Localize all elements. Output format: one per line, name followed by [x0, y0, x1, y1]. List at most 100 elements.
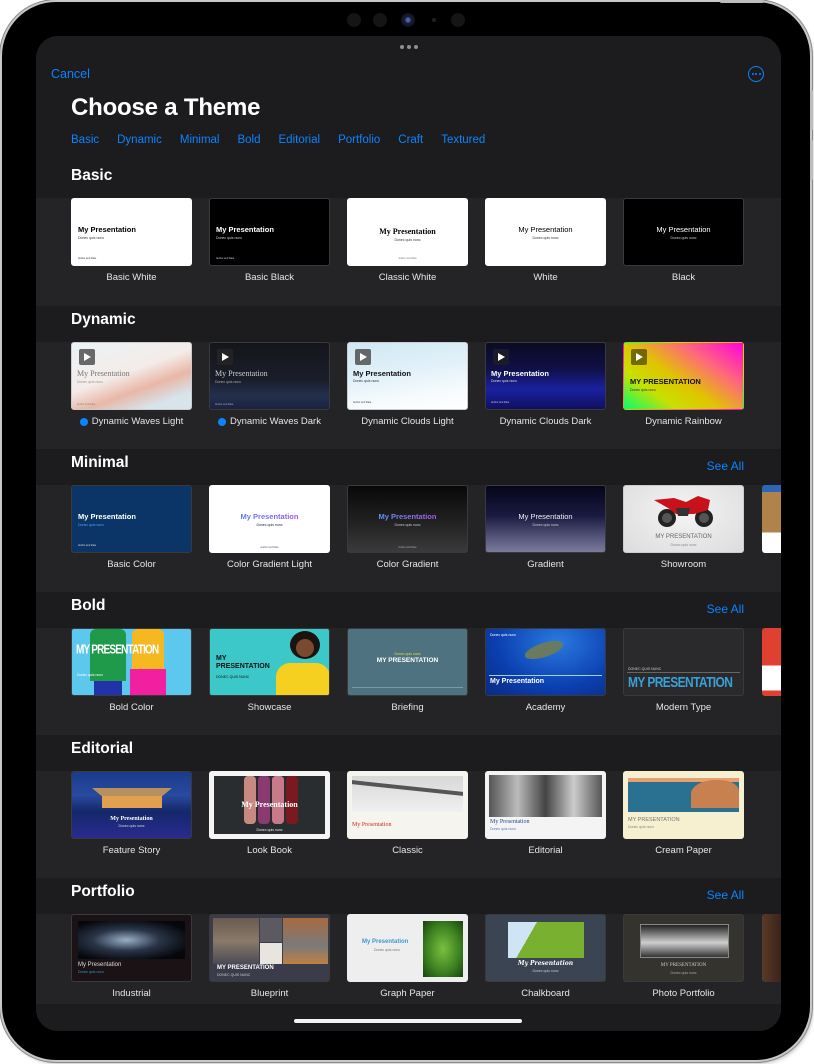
- theme-name: Blueprint: [250, 988, 289, 999]
- theme-card-basic-white[interactable]: My Presentation Donec quis nunc Author a…: [71, 198, 192, 283]
- theme-card-industrial[interactable]: My Presentation Donec quis nunc Industri…: [71, 914, 192, 999]
- theme-thumbnail: Donec quis nunc My Presentation: [485, 628, 606, 696]
- multitasking-grabber[interactable]: [399, 45, 418, 49]
- theme-thumbnail: My Presentation Donec quis nunc: [71, 771, 192, 839]
- thumb-subtitle: Donec quis nunc: [77, 673, 104, 677]
- thumb-title: My Presentation: [362, 939, 409, 945]
- theme-thumbnail: My Presentation Donec quis nunc Author a…: [347, 198, 468, 266]
- new-badge-dot: [79, 417, 88, 426]
- page-title: Choose a Theme: [71, 94, 261, 121]
- theme-card-dynamic-rainbow[interactable]: MY PRESENTATION Donec quis nunc Dynamic …: [623, 342, 744, 427]
- theme-card-dynamic-clouds-dark[interactable]: My Presentation Donec quis nunc Author a…: [485, 342, 606, 427]
- play-icon: [631, 349, 647, 365]
- theme-card-look-book[interactable]: My Presentation Donec quis nunc Look Boo…: [209, 771, 330, 856]
- theme-card-peek[interactable]: [762, 485, 781, 553]
- thumb-subtitle: DONEC QUIS NUNC: [217, 973, 251, 977]
- theme-card-showcase[interactable]: MY PRESENTATION DONEC QUIS NUNC Showcase: [209, 628, 330, 713]
- thumb-title: MY PRESENTATION: [628, 817, 680, 823]
- theme-card-feature-story[interactable]: My Presentation Donec quis nunc Feature …: [71, 771, 192, 856]
- theme-name: Photo Portfolio: [652, 988, 715, 999]
- theme-card-editorial[interactable]: My Presentation Donec quis nunc Editoria…: [485, 771, 606, 856]
- thumb-title: MY PRESENTATION: [217, 965, 274, 971]
- theme-card-blueprint[interactable]: MY PRESENTATION DONEC QUIS NUNC Blueprin…: [209, 914, 330, 999]
- theme-name: Briefing: [391, 702, 424, 713]
- theme-thumbnail: My Presentation Donec quis nunc: [71, 914, 192, 982]
- theme-card-dynamic-waves-dark[interactable]: My Presentation Donec quis nunc Author a…: [209, 342, 330, 427]
- category-link-bold[interactable]: Bold: [237, 134, 260, 146]
- new-badge-dot: [218, 417, 226, 426]
- theme-card-dynamic-waves-light[interactable]: My Presentation Donec quis nunc Author a…: [71, 342, 192, 427]
- theme-thumbnail: My Presentation Donec quis nunc Author a…: [209, 342, 330, 410]
- theme-card-dynamic-clouds-light[interactable]: My Presentation Donec quis nunc Author a…: [347, 342, 468, 427]
- theme-card-modern-type[interactable]: DONEC QUIS NUNC MY PRESENTATION Modern T…: [623, 628, 744, 713]
- volume-up-button: [810, 90, 813, 130]
- thumb-subtitle: Donec quis nunc: [670, 236, 697, 240]
- section-bold: Bold See All MY PRESENTATION Donec quis …: [36, 592, 781, 744]
- cancel-button[interactable]: Cancel: [51, 67, 90, 81]
- section-title: Dynamic: [71, 311, 136, 328]
- theme-name: Bold Color: [109, 702, 154, 713]
- theme-card-gradient[interactable]: My Presentation Donec quis nunc Gradient: [485, 485, 606, 570]
- category-link-dynamic[interactable]: Dynamic: [117, 134, 162, 146]
- theme-card-bold-color[interactable]: MY PRESENTATION Donec quis nunc Bold Col…: [71, 628, 192, 713]
- theme-name: Dynamic Waves Dark: [230, 416, 321, 427]
- thumb-subtitle: Donec quis nunc: [532, 969, 559, 973]
- section-minimal: Minimal See All My Presentation Donec qu…: [36, 449, 781, 601]
- thumb-footer: Author and Date: [215, 403, 234, 406]
- thumb-footer: Author and Date: [77, 403, 96, 406]
- theme-card-classic-white[interactable]: My Presentation Donec quis nunc Author a…: [347, 198, 468, 283]
- category-link-portfolio[interactable]: Portfolio: [338, 134, 380, 146]
- play-icon: [493, 349, 509, 365]
- theme-card-chalkboard[interactable]: My Presentation Donec quis nunc Chalkboa…: [485, 914, 606, 999]
- ellipsis-circle-icon[interactable]: [748, 66, 764, 82]
- sensor-icon: [347, 13, 361, 27]
- category-link-minimal[interactable]: Minimal: [180, 134, 220, 146]
- thumb-subtitle: Donec quis nunc: [394, 238, 421, 242]
- thumb-footer: Author and Date: [353, 401, 372, 404]
- thumb-title: My Presentation: [352, 822, 392, 828]
- theme-thumbnail: My Presentation Donec quis nunc Author a…: [209, 485, 330, 553]
- theme-thumbnail: My Presentation Donec quis nunc: [623, 198, 744, 266]
- thumb-subtitle: Donec quis nunc: [630, 388, 657, 392]
- see-all-bold-button[interactable]: See All: [707, 602, 744, 616]
- theme-card-cream-paper[interactable]: MY PRESENTATION Donec quis nunc Cream Pa…: [623, 771, 744, 856]
- theme-name: Academy: [525, 702, 566, 713]
- thumb-title: MY PRESENTATION: [655, 534, 712, 540]
- thumb-title: My Presentation: [656, 225, 711, 234]
- home-indicator[interactable]: [294, 1019, 522, 1023]
- category-link-textured[interactable]: Textured: [441, 134, 485, 146]
- thumb-subtitle: Donec quis nunc: [490, 633, 517, 637]
- sensor-icon: [373, 13, 387, 27]
- play-icon: [79, 349, 95, 365]
- theme-card-basic-black[interactable]: My Presentation Donec quis nunc Author a…: [209, 198, 330, 283]
- theme-card-basic-color[interactable]: My Presentation Donec quis nunc Author a…: [71, 485, 192, 570]
- thumb-title: My Presentation: [518, 225, 573, 234]
- theme-thumbnail: MY PRESENTATION Donec quis nunc: [623, 771, 744, 839]
- thumb-title: MY PRESENTATION: [76, 643, 159, 658]
- theme-card-academy[interactable]: Donec quis nunc My Presentation Academy: [485, 628, 606, 713]
- theme-card-classic[interactable]: My Presentation Classic: [347, 771, 468, 856]
- theme-card-peek[interactable]: [762, 914, 781, 982]
- thumb-footer: Author and Date: [216, 257, 235, 260]
- thumb-subtitle: Donec quis nunc: [628, 825, 655, 829]
- category-link-craft[interactable]: Craft: [398, 134, 423, 146]
- theme-card-photo-portfolio[interactable]: MY PRESENTATION Donec quis nunc Photo Po…: [623, 914, 744, 999]
- theme-name: Look Book: [247, 845, 292, 856]
- thumb-subtitle: Donec quis nunc: [256, 523, 283, 527]
- see-all-minimal-button[interactable]: See All: [707, 459, 744, 473]
- theme-card-color-gradient-light[interactable]: My Presentation Donec quis nunc Author a…: [209, 485, 330, 570]
- see-all-portfolio-button[interactable]: See All: [707, 888, 744, 902]
- play-icon: [355, 349, 371, 365]
- theme-card-white[interactable]: My Presentation Donec quis nunc White: [485, 198, 606, 283]
- theme-card-peek[interactable]: [762, 628, 781, 696]
- category-link-editorial[interactable]: Editorial: [279, 134, 321, 146]
- theme-card-color-gradient[interactable]: My Presentation Donec quis nunc Author a…: [347, 485, 468, 570]
- theme-card-briefing[interactable]: Donec quis nunc MY PRESENTATION Briefing: [347, 628, 468, 713]
- category-link-basic[interactable]: Basic: [71, 134, 99, 146]
- thumb-footer: Author and Date: [78, 544, 97, 547]
- theme-card-showroom[interactable]: MY PRESENTATION Donec quis nunc Showroom: [623, 485, 744, 570]
- section-title: Editorial: [71, 740, 134, 757]
- theme-card-black[interactable]: My Presentation Donec quis nunc Black: [623, 198, 744, 283]
- flash-icon: [432, 18, 436, 22]
- theme-card-graph-paper[interactable]: My Presentation Donec quis nunc Graph Pa…: [347, 914, 468, 999]
